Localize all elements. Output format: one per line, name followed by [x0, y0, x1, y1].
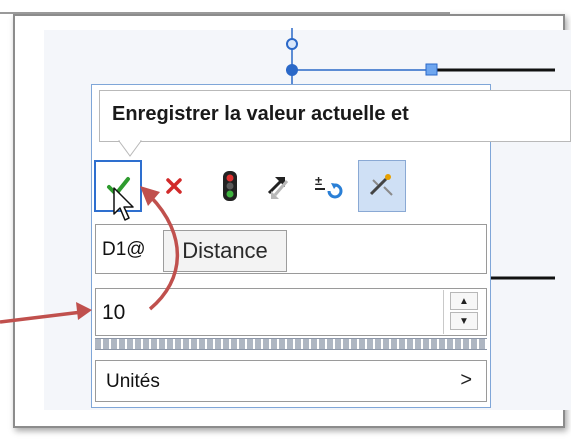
straight-annotation-arrow: [0, 310, 83, 324]
curved-annotation-arrow: [148, 194, 180, 311]
straight-arrow-head: [76, 302, 92, 320]
annotation-arrows: [0, 186, 180, 324]
mouse-cursor-icon: [113, 187, 134, 221]
